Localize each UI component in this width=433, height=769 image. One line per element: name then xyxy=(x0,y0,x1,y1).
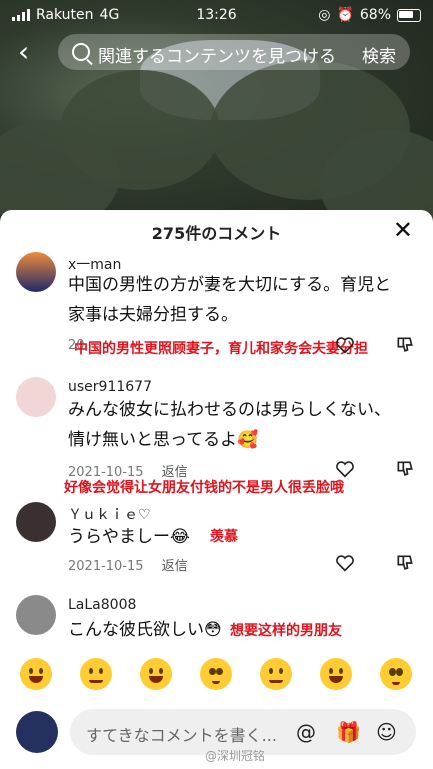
translation-annotation: 中国的男性更照顾妻子，育儿和家务会夫妻分担 xyxy=(74,341,368,357)
translation-annotation: 好像会觉得让女朋友付钱的不是男人很丢脸哦 xyxy=(64,480,344,496)
comment-meta: 2021-10-15 返信 xyxy=(68,555,188,574)
emoji-smirk-icon[interactable] xyxy=(260,658,292,690)
comment-username[interactable]: LaLa8008 xyxy=(68,597,136,613)
emoji-smiling-hearts-icon[interactable] xyxy=(80,658,112,690)
quick-emoji-bar xyxy=(0,654,433,698)
avatar[interactable] xyxy=(16,377,56,417)
comment-username[interactable]: Ｙｕｋｉｅ♡ xyxy=(68,504,151,524)
like-heart-icon[interactable] xyxy=(335,460,355,478)
at-mention-icon[interactable]: @ xyxy=(296,720,316,744)
emoji-pleading-icon[interactable] xyxy=(380,658,412,690)
search-icon xyxy=(72,43,90,61)
search-header: ‹ 関連するコンテンツを見つける 検索 xyxy=(0,32,433,72)
emoji-sweat-smile-icon[interactable] xyxy=(320,658,352,690)
emoji-joy-icon[interactable] xyxy=(140,658,172,690)
search-input[interactable]: 関連するコンテンツを見つける 検索 xyxy=(58,34,410,70)
comment-placeholder: すてきなコメントを書く... xyxy=(86,726,277,745)
like-heart-icon[interactable] xyxy=(335,554,355,572)
chevron-left-icon[interactable]: ‹ xyxy=(18,38,29,66)
translation-annotation: 想要这样的男朋友 xyxy=(230,623,342,639)
close-icon[interactable]: ✕ xyxy=(393,218,413,242)
dislike-icon[interactable] xyxy=(395,553,415,573)
dislike-icon[interactable] xyxy=(395,459,415,479)
emoji-flushed-icon[interactable] xyxy=(200,658,232,690)
location-icon: ◎ xyxy=(318,7,331,23)
search-placeholder: 関連するコンテンツを見つける xyxy=(98,47,336,67)
emoji-icon[interactable]: ☺ xyxy=(376,720,397,744)
like-heart-icon[interactable] xyxy=(335,336,355,354)
gift-icon[interactable]: 🎁 xyxy=(336,720,361,744)
comment-date: 2021-10-15 xyxy=(68,559,144,574)
battery-percent: 68% xyxy=(359,7,391,23)
reply-button[interactable]: 返信 xyxy=(162,559,188,574)
battery-icon xyxy=(397,8,421,22)
dislike-icon[interactable] xyxy=(395,335,415,355)
emoji-grinning-icon[interactable] xyxy=(20,658,52,690)
comment-username[interactable]: user911677 xyxy=(68,379,152,395)
comment-text: みんな彼女に払わせるのは男らしくない、 情け無いと思ってるよ🥰 xyxy=(68,400,391,450)
my-avatar xyxy=(16,711,58,753)
status-bar: Rakuten 4G 13:26 ◎ ⏰ 68% xyxy=(0,0,433,32)
comment-text: うらやましー😂 xyxy=(68,527,190,547)
alarm-icon: ⏰ xyxy=(336,7,354,23)
comment-count-title: 275件のコメント xyxy=(151,224,282,243)
watermark: @深圳冠铭 xyxy=(205,749,266,763)
search-button[interactable]: 検索 xyxy=(362,42,396,67)
avatar[interactable] xyxy=(16,502,56,542)
avatar[interactable] xyxy=(16,595,56,635)
avatar[interactable] xyxy=(16,252,56,292)
comment-text: 中国の男性の方が妻を大切にする。育児と 家事は夫婦分担する。 xyxy=(68,275,392,325)
translation-annotation: 羡慕 xyxy=(210,529,238,545)
